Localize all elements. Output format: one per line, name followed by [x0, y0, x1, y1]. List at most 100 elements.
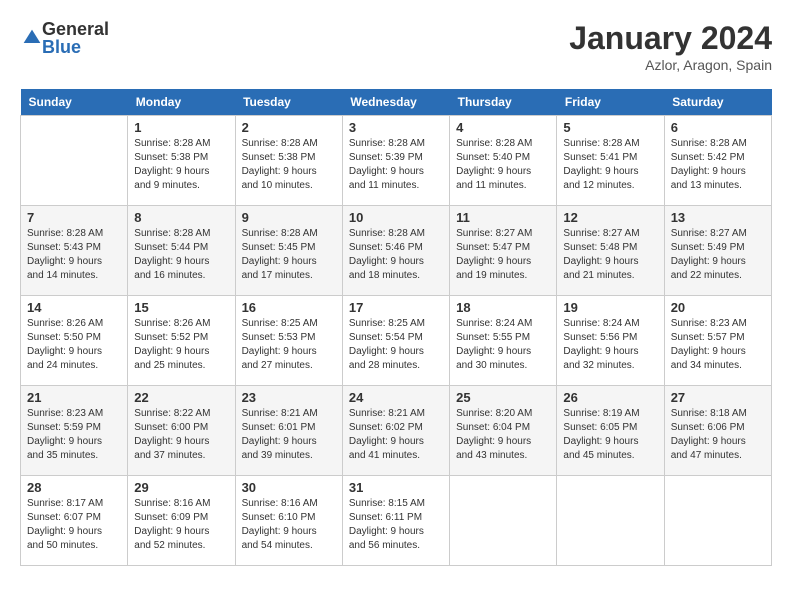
week-row-3: 14 Sunrise: 8:26 AM Sunset: 5:50 PM Dayli… — [21, 296, 772, 386]
day-info: Sunrise: 8:27 AM Sunset: 5:48 PM Dayligh… — [563, 227, 657, 283]
day-number: 12 — [563, 210, 657, 225]
day-number: 16 — [242, 300, 336, 315]
day-info: Sunrise: 8:21 AM Sunset: 6:01 PM Dayligh… — [242, 407, 336, 463]
day-info: Sunrise: 8:28 AM Sunset: 5:46 PM Dayligh… — [349, 227, 443, 283]
title-block: January 2024 Azlor, Aragon, Spain — [569, 20, 772, 73]
calendar-cell: 10Sunrise: 8:28 AM Sunset: 5:46 PM Dayli… — [342, 206, 449, 296]
day-number: 29 — [134, 480, 228, 495]
calendar-cell: 20 Sunrise: 8:23 AM Sunset: 5:57 PM Dayli… — [664, 296, 771, 386]
calendar-cell: 26Sunrise: 8:19 AM Sunset: 6:05 PM Dayli… — [557, 386, 664, 476]
day-info: Sunrise: 8:23 AM Sunset: 5:59 PM Dayligh… — [27, 407, 121, 463]
day-number: 24 — [349, 390, 443, 405]
day-info: Sunrise: 8:24 AM Sunset: 5:56 PM Dayligh… — [563, 317, 657, 373]
calendar-cell: 16 Sunrise: 8:25 AM Sunset: 5:53 PM Dayli… — [235, 296, 342, 386]
day-number: 13 — [671, 210, 765, 225]
week-row-1: 1Sunrise: 8:28 AM Sunset: 5:38 PM Daylig… — [21, 116, 772, 206]
day-info: Sunrise: 8:27 AM Sunset: 5:47 PM Dayligh… — [456, 227, 550, 283]
day-number: 3 — [349, 120, 443, 135]
calendar-table: SundayMondayTuesdayWednesdayThursdayFrid… — [20, 89, 772, 566]
day-number: 30 — [242, 480, 336, 495]
column-header-saturday: Saturday — [664, 89, 771, 116]
day-number: 25 — [456, 390, 550, 405]
day-number: 4 — [456, 120, 550, 135]
calendar-cell: 22Sunrise: 8:22 AM Sunset: 6:00 PM Dayli… — [128, 386, 235, 476]
calendar-cell: 19 Sunrise: 8:24 AM Sunset: 5:56 PM Dayli… — [557, 296, 664, 386]
day-number: 15 — [134, 300, 228, 315]
calendar-cell: 15 Sunrise: 8:26 AM Sunset: 5:52 PM Dayli… — [128, 296, 235, 386]
calendar-cell: 24 Sunrise: 8:21 AM Sunset: 6:02 PM Dayli… — [342, 386, 449, 476]
calendar-cell: 25Sunrise: 8:20 AM Sunset: 6:04 PM Dayli… — [450, 386, 557, 476]
calendar-cell — [450, 476, 557, 566]
day-info: Sunrise: 8:28 AM Sunset: 5:44 PM Dayligh… — [134, 227, 228, 283]
column-header-sunday: Sunday — [21, 89, 128, 116]
calendar-cell: 12 Sunrise: 8:27 AM Sunset: 5:48 PM Dayli… — [557, 206, 664, 296]
day-info: Sunrise: 8:28 AM Sunset: 5:41 PM Dayligh… — [563, 137, 657, 193]
calendar-cell: 23 Sunrise: 8:21 AM Sunset: 6:01 PM Dayli… — [235, 386, 342, 476]
day-info: Sunrise: 8:26 AM Sunset: 5:52 PM Dayligh… — [134, 317, 228, 373]
day-info: Sunrise: 8:28 AM Sunset: 5:38 PM Dayligh… — [134, 137, 228, 193]
calendar-cell: 4 Sunrise: 8:28 AM Sunset: 5:40 PM Daylig… — [450, 116, 557, 206]
day-number: 27 — [671, 390, 765, 405]
day-info: Sunrise: 8:17 AM Sunset: 6:07 PM Dayligh… — [27, 497, 121, 553]
day-info: Sunrise: 8:15 AM Sunset: 6:11 PM Dayligh… — [349, 497, 443, 553]
day-number: 7 — [27, 210, 121, 225]
day-number: 2 — [242, 120, 336, 135]
calendar-cell: 3 Sunrise: 8:28 AM Sunset: 5:39 PM Daylig… — [342, 116, 449, 206]
day-number: 9 — [242, 210, 336, 225]
day-number: 21 — [27, 390, 121, 405]
day-number: 28 — [27, 480, 121, 495]
calendar-cell — [557, 476, 664, 566]
page-header: General Blue January 2024 Azlor, Aragon,… — [20, 20, 772, 73]
calendar-cell: 17Sunrise: 8:25 AM Sunset: 5:54 PM Dayli… — [342, 296, 449, 386]
location-title: Azlor, Aragon, Spain — [569, 57, 772, 73]
calendar-cell: 9 Sunrise: 8:28 AM Sunset: 5:45 PM Daylig… — [235, 206, 342, 296]
calendar-cell — [21, 116, 128, 206]
column-header-tuesday: Tuesday — [235, 89, 342, 116]
day-info: Sunrise: 8:16 AM Sunset: 6:10 PM Dayligh… — [242, 497, 336, 553]
calendar-cell: 14 Sunrise: 8:26 AM Sunset: 5:50 PM Dayli… — [21, 296, 128, 386]
week-row-5: 28 Sunrise: 8:17 AM Sunset: 6:07 PM Dayli… — [21, 476, 772, 566]
calendar-cell: 7Sunrise: 8:28 AM Sunset: 5:43 PM Daylig… — [21, 206, 128, 296]
day-number: 19 — [563, 300, 657, 315]
calendar-cell: 31Sunrise: 8:15 AM Sunset: 6:11 PM Dayli… — [342, 476, 449, 566]
day-number: 17 — [349, 300, 443, 315]
calendar-cell: 28 Sunrise: 8:17 AM Sunset: 6:07 PM Dayli… — [21, 476, 128, 566]
calendar-cell: 8 Sunrise: 8:28 AM Sunset: 5:44 PM Daylig… — [128, 206, 235, 296]
logo-text: General Blue — [42, 20, 109, 56]
calendar-cell: 1Sunrise: 8:28 AM Sunset: 5:38 PM Daylig… — [128, 116, 235, 206]
day-info: Sunrise: 8:26 AM Sunset: 5:50 PM Dayligh… — [27, 317, 121, 373]
day-info: Sunrise: 8:18 AM Sunset: 6:06 PM Dayligh… — [671, 407, 765, 463]
logo-general-text: General — [42, 20, 109, 38]
column-header-thursday: Thursday — [450, 89, 557, 116]
day-info: Sunrise: 8:28 AM Sunset: 5:45 PM Dayligh… — [242, 227, 336, 283]
day-info: Sunrise: 8:21 AM Sunset: 6:02 PM Dayligh… — [349, 407, 443, 463]
column-header-wednesday: Wednesday — [342, 89, 449, 116]
calendar-cell: 29Sunrise: 8:16 AM Sunset: 6:09 PM Dayli… — [128, 476, 235, 566]
logo: General Blue — [20, 20, 109, 56]
week-row-2: 7Sunrise: 8:28 AM Sunset: 5:43 PM Daylig… — [21, 206, 772, 296]
calendar-cell: 2Sunrise: 8:28 AM Sunset: 5:38 PM Daylig… — [235, 116, 342, 206]
day-info: Sunrise: 8:28 AM Sunset: 5:40 PM Dayligh… — [456, 137, 550, 193]
logo-blue-text: Blue — [42, 38, 109, 56]
day-number: 20 — [671, 300, 765, 315]
day-number: 11 — [456, 210, 550, 225]
calendar-cell: 5 Sunrise: 8:28 AM Sunset: 5:41 PM Daylig… — [557, 116, 664, 206]
calendar-cell: 13Sunrise: 8:27 AM Sunset: 5:49 PM Dayli… — [664, 206, 771, 296]
day-number: 18 — [456, 300, 550, 315]
day-number: 22 — [134, 390, 228, 405]
day-info: Sunrise: 8:25 AM Sunset: 5:53 PM Dayligh… — [242, 317, 336, 373]
calendar-cell — [664, 476, 771, 566]
day-number: 8 — [134, 210, 228, 225]
day-number: 14 — [27, 300, 121, 315]
day-info: Sunrise: 8:24 AM Sunset: 5:55 PM Dayligh… — [456, 317, 550, 373]
day-number: 23 — [242, 390, 336, 405]
calendar-cell: 30 Sunrise: 8:16 AM Sunset: 6:10 PM Dayli… — [235, 476, 342, 566]
column-header-monday: Monday — [128, 89, 235, 116]
calendar-cell: 27 Sunrise: 8:18 AM Sunset: 6:06 PM Dayli… — [664, 386, 771, 476]
month-title: January 2024 — [569, 20, 772, 57]
day-number: 5 — [563, 120, 657, 135]
day-info: Sunrise: 8:28 AM Sunset: 5:39 PM Dayligh… — [349, 137, 443, 193]
calendar-cell: 21 Sunrise: 8:23 AM Sunset: 5:59 PM Dayli… — [21, 386, 128, 476]
day-number: 26 — [563, 390, 657, 405]
day-info: Sunrise: 8:23 AM Sunset: 5:57 PM Dayligh… — [671, 317, 765, 373]
